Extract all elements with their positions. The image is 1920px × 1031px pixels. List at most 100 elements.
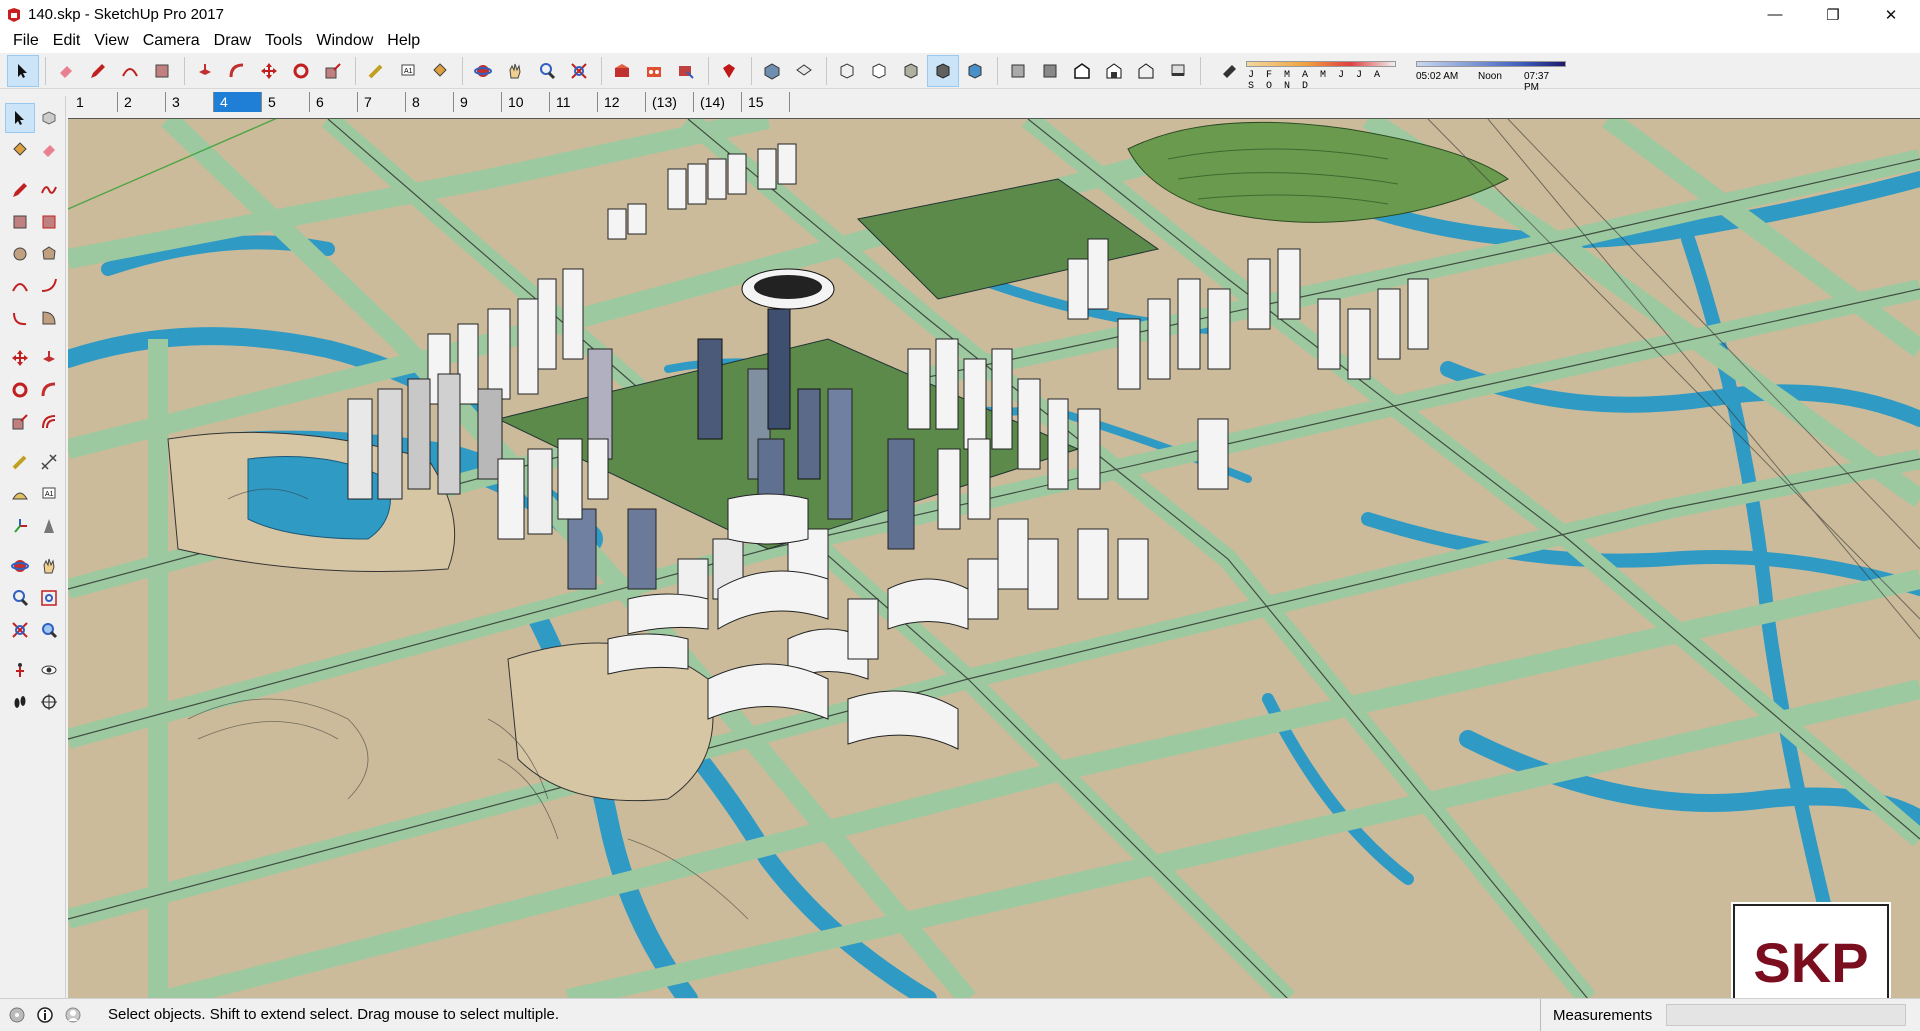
arc-icon[interactable] [115, 56, 145, 86]
scale-icon[interactable] [6, 408, 34, 436]
pan-icon[interactable] [36, 552, 64, 580]
text-icon[interactable]: A1 [393, 56, 423, 86]
zoom-icon[interactable] [532, 56, 562, 86]
pushpull-icon[interactable] [190, 56, 220, 86]
protractor-icon[interactable] [6, 480, 34, 508]
menu-camera[interactable]: Camera [136, 29, 207, 53]
tab-scene-6[interactable]: 6 [310, 92, 358, 112]
tab-scene-3[interactable]: 3 [166, 92, 214, 112]
time-slider[interactable]: 05:02 AM Noon 07:37 PM [1416, 58, 1566, 93]
zoom-extents-icon[interactable] [564, 56, 594, 86]
followme-icon[interactable] [36, 376, 64, 404]
shaded-texture-icon[interactable] [1099, 56, 1129, 86]
extension-icon[interactable] [639, 56, 669, 86]
month-slider-track[interactable] [1246, 60, 1396, 67]
circle-icon[interactable] [6, 240, 34, 268]
iso-view-icon[interactable] [757, 56, 787, 86]
walk-icon[interactable] [6, 688, 34, 716]
line-icon[interactable] [6, 176, 34, 204]
dimension-icon[interactable] [36, 448, 64, 476]
info-icon[interactable] [34, 1004, 56, 1026]
followme-icon[interactable] [222, 56, 252, 86]
rectangle-icon[interactable] [6, 208, 34, 236]
menu-view[interactable]: View [87, 29, 135, 53]
tab-scene-10[interactable]: 10 [502, 92, 550, 112]
right-view-icon[interactable] [864, 56, 894, 86]
warehouse-icon[interactable] [607, 56, 637, 86]
rotate-icon[interactable] [286, 56, 316, 86]
freehand-icon[interactable] [36, 176, 64, 204]
rectangle-icon[interactable] [147, 56, 177, 86]
make-component-icon[interactable] [36, 104, 64, 132]
move-icon[interactable] [254, 56, 284, 86]
paint-bucket-icon[interactable] [6, 136, 34, 164]
tab-scene-15[interactable]: 15 [742, 92, 790, 112]
restore-icon[interactable]: ❐ [1804, 0, 1862, 29]
menu-tools[interactable]: Tools [258, 29, 309, 53]
left-view-icon[interactable] [927, 54, 959, 87]
rotate-icon[interactable] [6, 376, 34, 404]
zoom-icon[interactable] [6, 584, 34, 612]
select-icon[interactable] [7, 54, 39, 87]
menu-edit[interactable]: Edit [46, 29, 88, 53]
tab-scene-2[interactable]: 2 [118, 92, 166, 112]
3d-text-icon[interactable] [36, 512, 64, 540]
polygon-icon[interactable] [36, 240, 64, 268]
user-icon[interactable] [62, 1004, 84, 1026]
tab-scene-7[interactable]: 7 [358, 92, 406, 112]
model-viewport[interactable]: SKP [68, 118, 1920, 998]
position-camera-icon[interactable] [6, 656, 34, 684]
hidden-line-icon[interactable] [1035, 56, 1065, 86]
time-slider-track[interactable] [1416, 60, 1566, 67]
select-icon[interactable] [5, 103, 35, 133]
eraser-icon[interactable] [51, 56, 81, 86]
move-icon[interactable] [6, 344, 34, 372]
wireframe-icon[interactable] [1003, 56, 1033, 86]
menu-window[interactable]: Window [309, 29, 380, 53]
tab-scene-12[interactable]: 12 [598, 92, 646, 112]
send-icon[interactable] [671, 56, 701, 86]
offset-icon[interactable] [36, 408, 64, 436]
text-icon[interactable]: A1 [36, 480, 64, 508]
tab-scene-4[interactable]: 4 [214, 92, 262, 112]
tab-scene-13[interactable]: (13) [646, 92, 694, 112]
three-point-arc-icon[interactable] [6, 304, 34, 332]
zoom-window-icon[interactable] [36, 584, 64, 612]
paint-bucket-icon[interactable] [425, 56, 455, 86]
front-view-icon[interactable] [832, 56, 862, 86]
pan-icon[interactable] [500, 56, 530, 86]
arc-icon[interactable] [6, 272, 34, 300]
look-around-icon[interactable] [36, 656, 64, 684]
menu-help[interactable]: Help [380, 29, 427, 53]
orbit-icon[interactable] [468, 56, 498, 86]
eraser-icon[interactable] [36, 136, 64, 164]
section-plane-icon[interactable] [36, 688, 64, 716]
close-icon[interactable]: ✕ [1862, 0, 1920, 29]
monochrome-icon[interactable] [1131, 56, 1161, 86]
ruby-icon[interactable] [714, 56, 744, 86]
top-view-icon[interactable] [789, 56, 819, 86]
back-view-icon[interactable] [896, 56, 926, 86]
pushpull-icon[interactable] [36, 344, 64, 372]
zoom-extents-icon[interactable] [6, 616, 34, 644]
menu-file[interactable]: File [6, 29, 46, 53]
geo-location-icon[interactable] [6, 1004, 28, 1026]
two-point-arc-icon[interactable] [36, 272, 64, 300]
minimize-icon[interactable]: — [1746, 0, 1804, 29]
tab-scene-1[interactable]: 1 [70, 92, 118, 112]
shaded-icon[interactable] [1067, 56, 1097, 86]
xray-icon[interactable] [960, 56, 990, 86]
tape-icon[interactable] [361, 56, 391, 86]
tab-scene-9[interactable]: 9 [454, 92, 502, 112]
measurements-input[interactable] [1666, 1004, 1906, 1026]
orbit-icon[interactable] [6, 552, 34, 580]
shadow-toggle-icon[interactable] [1163, 56, 1193, 86]
pie-icon[interactable] [36, 304, 64, 332]
shadow-icon[interactable] [1214, 56, 1244, 86]
tab-scene-11[interactable]: 11 [550, 92, 598, 112]
tab-scene-14[interactable]: (14) [694, 92, 742, 112]
axes-icon[interactable] [6, 512, 34, 540]
tape-measure-icon[interactable] [6, 448, 34, 476]
tab-scene-8[interactable]: 8 [406, 92, 454, 112]
pencil-icon[interactable] [83, 56, 113, 86]
